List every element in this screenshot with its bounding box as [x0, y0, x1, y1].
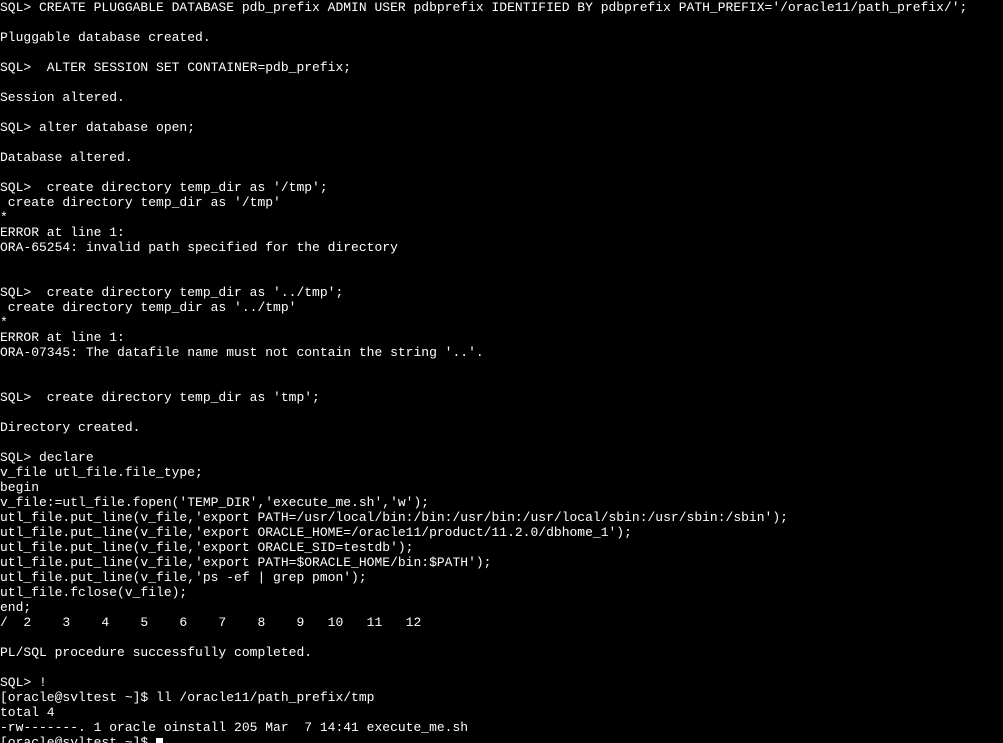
terminal-line	[0, 45, 1003, 60]
terminal-line: / 2 3 4 5 6 7 8 9 10 11 12	[0, 615, 1003, 630]
terminal-line: ERROR at line 1:	[0, 330, 1003, 345]
terminal-line: SQL> !	[0, 675, 1003, 690]
terminal-line: PL/SQL procedure successfully completed.	[0, 645, 1003, 660]
terminal-line: begin	[0, 480, 1003, 495]
terminal-line: *	[0, 315, 1003, 330]
terminal-line: SQL> create directory temp_dir as '/tmp'…	[0, 180, 1003, 195]
terminal-line	[0, 360, 1003, 375]
terminal-line: utl_file.put_line(v_file,'export ORACLE_…	[0, 525, 1003, 540]
terminal-line	[0, 375, 1003, 390]
terminal-line: Pluggable database created.	[0, 30, 1003, 45]
terminal-line: SQL> create directory temp_dir as '../tm…	[0, 285, 1003, 300]
terminal-line	[0, 15, 1003, 30]
terminal-line	[0, 105, 1003, 120]
terminal-line: utl_file.put_line(v_file,'export PATH=/u…	[0, 510, 1003, 525]
terminal-line	[0, 630, 1003, 645]
terminal-line: utl_file.put_line(v_file,'export PATH=$O…	[0, 555, 1003, 570]
terminal-line: ORA-65254: invalid path specified for th…	[0, 240, 1003, 255]
terminal-line: Directory created.	[0, 420, 1003, 435]
terminal-line: ERROR at line 1:	[0, 225, 1003, 240]
terminal-line: ORA-07345: The datafile name must not co…	[0, 345, 1003, 360]
terminal-line: SQL> CREATE PLUGGABLE DATABASE pdb_prefi…	[0, 0, 1003, 15]
terminal-line: end;	[0, 600, 1003, 615]
terminal-line: utl_file.put_line(v_file,'export ORACLE_…	[0, 540, 1003, 555]
terminal-line	[0, 165, 1003, 180]
terminal-line: SQL> create directory temp_dir as 'tmp';	[0, 390, 1003, 405]
terminal-prompt[interactable]: [oracle@svltest ~]$	[0, 735, 1003, 743]
terminal-line	[0, 270, 1003, 285]
terminal-line	[0, 405, 1003, 420]
terminal-line	[0, 255, 1003, 270]
terminal-line: Database altered.	[0, 150, 1003, 165]
cursor	[156, 738, 163, 743]
terminal-line: [oracle@svltest ~]$ ll /oracle11/path_pr…	[0, 690, 1003, 705]
terminal-line	[0, 660, 1003, 675]
terminal-line: v_file:=utl_file.fopen('TEMP_DIR','execu…	[0, 495, 1003, 510]
terminal-line: -rw-------. 1 oracle oinstall 205 Mar 7 …	[0, 720, 1003, 735]
terminal-output[interactable]: SQL> CREATE PLUGGABLE DATABASE pdb_prefi…	[0, 0, 1003, 743]
terminal-line: SQL> alter database open;	[0, 120, 1003, 135]
terminal-line: total 4	[0, 705, 1003, 720]
terminal-line: Session altered.	[0, 90, 1003, 105]
terminal-line: v_file utl_file.file_type;	[0, 465, 1003, 480]
terminal-line: create directory temp_dir as '../tmp'	[0, 300, 1003, 315]
terminal-line: SQL> declare	[0, 450, 1003, 465]
terminal-line: utl_file.fclose(v_file);	[0, 585, 1003, 600]
terminal-line: SQL> ALTER SESSION SET CONTAINER=pdb_pre…	[0, 60, 1003, 75]
terminal-line	[0, 75, 1003, 90]
terminal-line: utl_file.put_line(v_file,'ps -ef | grep …	[0, 570, 1003, 585]
prompt-text: [oracle@svltest ~]$	[0, 735, 156, 743]
terminal-line: create directory temp_dir as '/tmp'	[0, 195, 1003, 210]
terminal-line	[0, 135, 1003, 150]
terminal-line	[0, 435, 1003, 450]
terminal-line: *	[0, 210, 1003, 225]
